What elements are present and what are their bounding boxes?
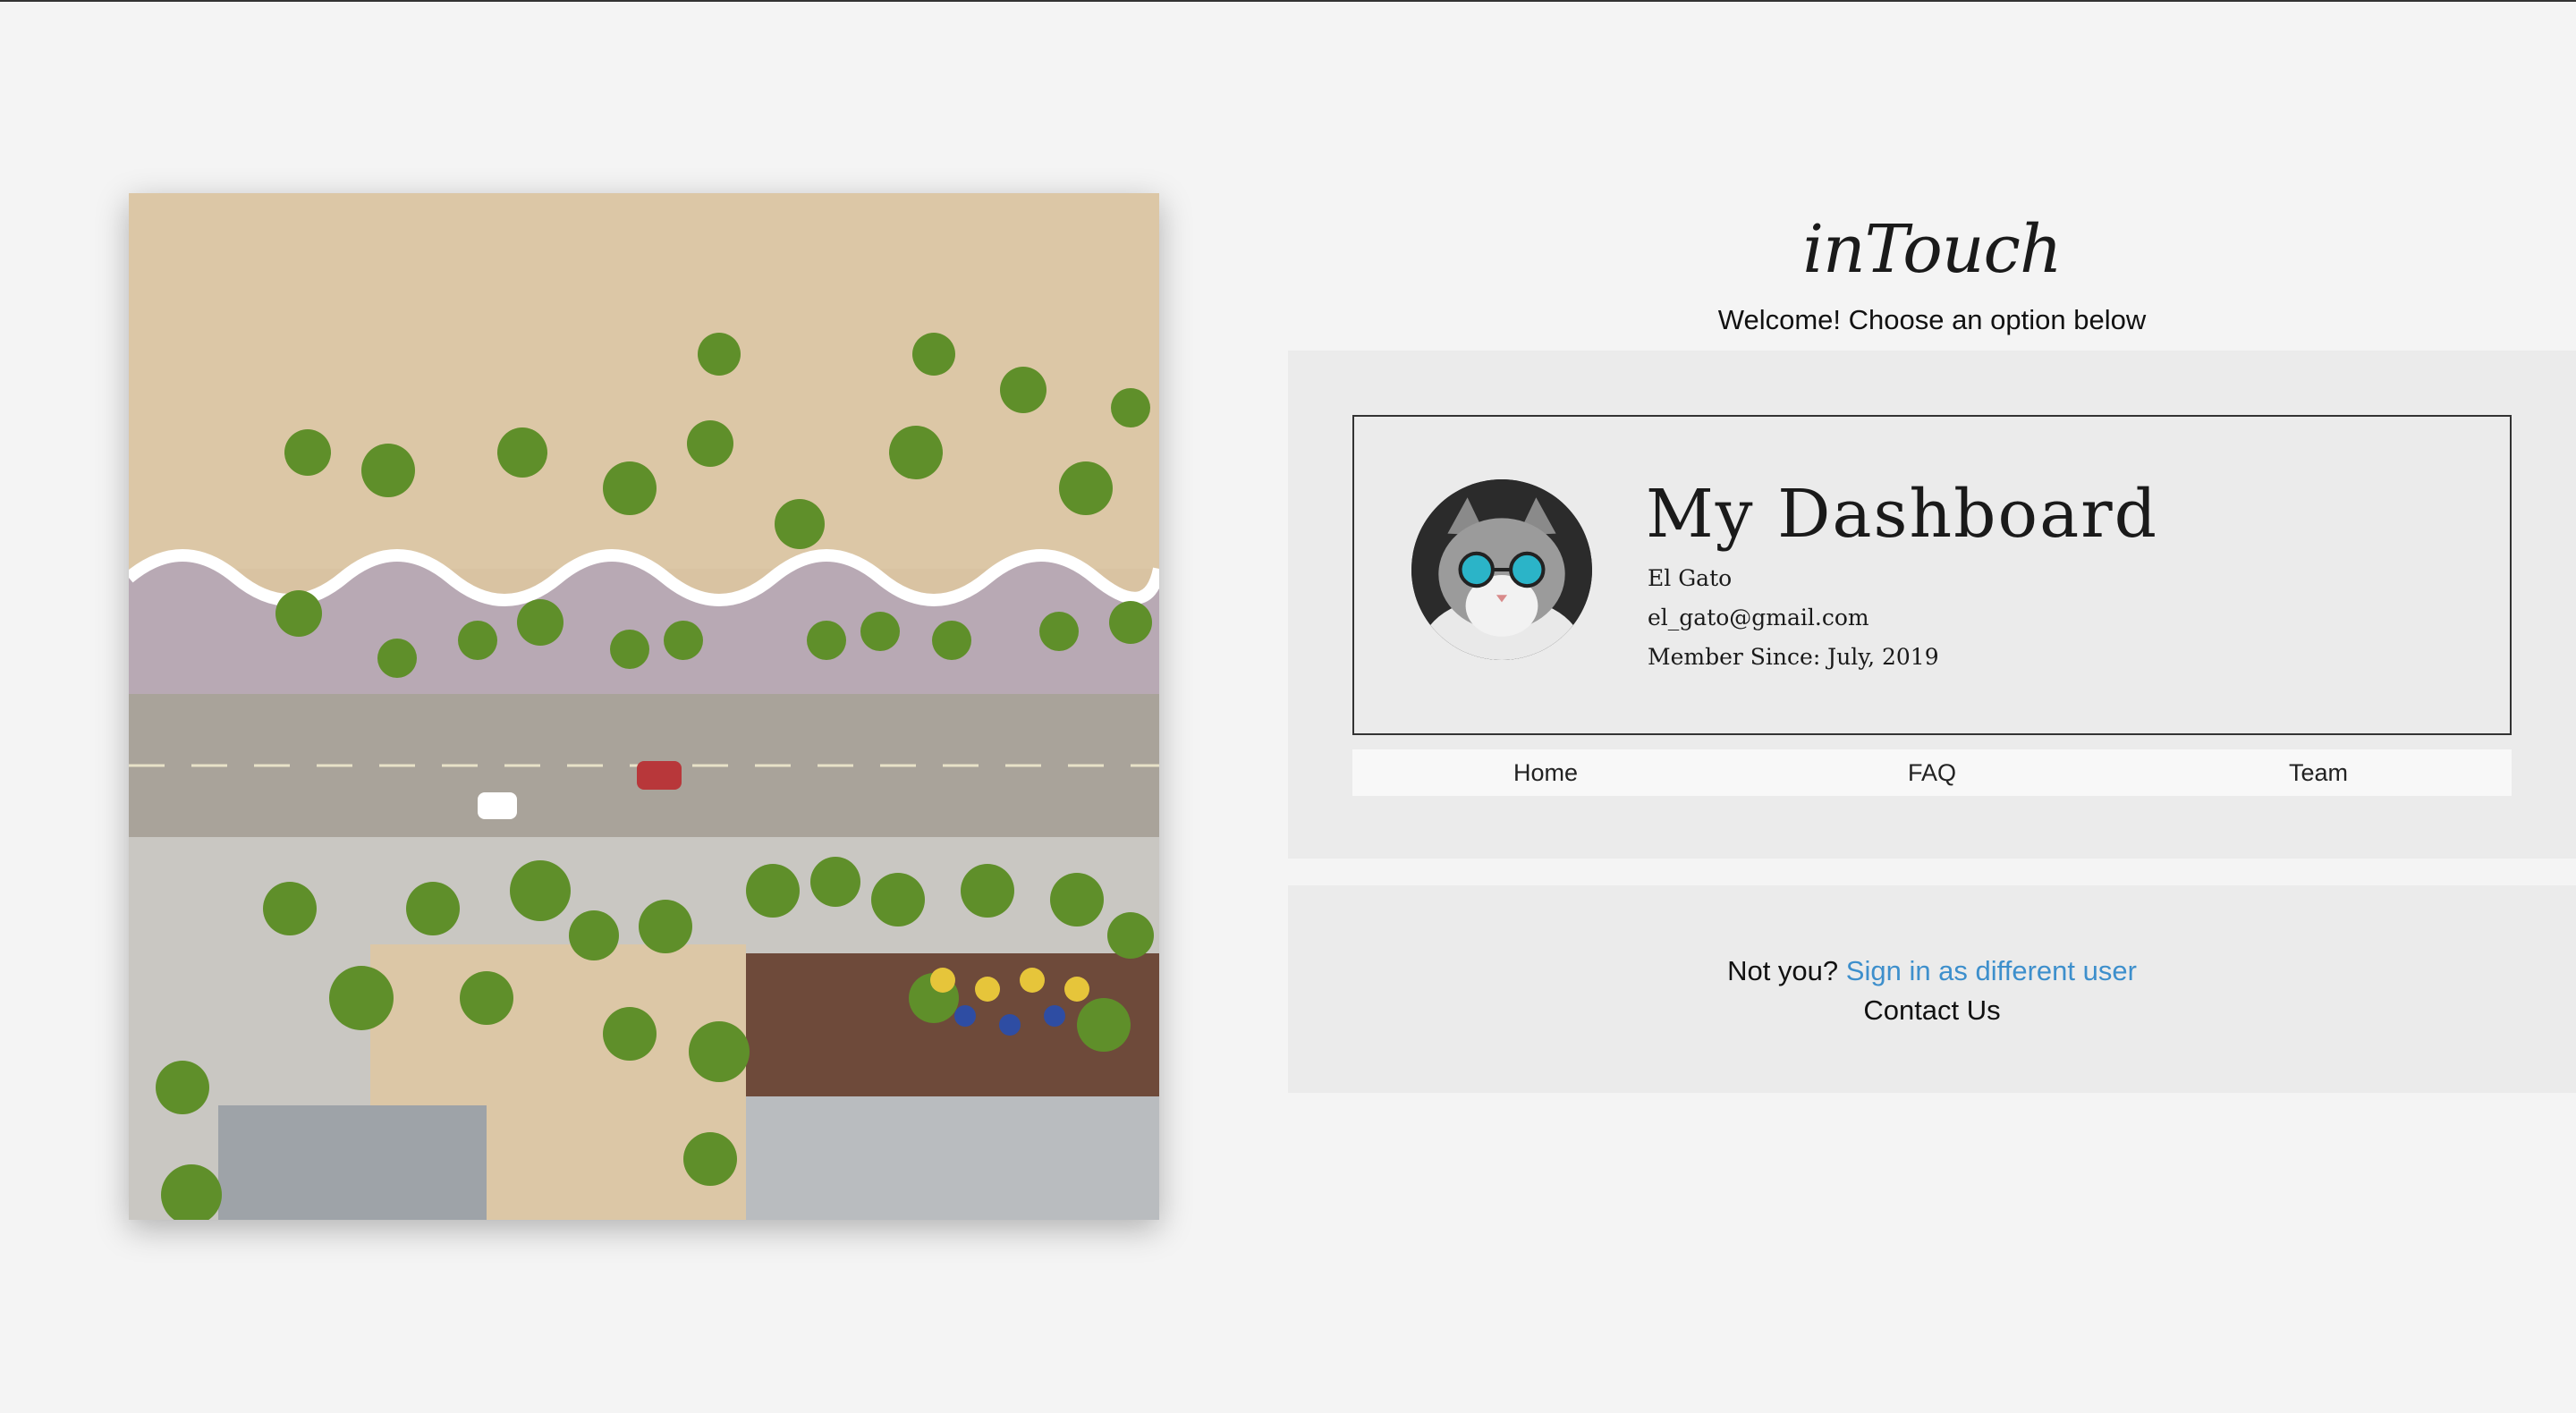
user-name: El Gato [1648, 565, 1733, 591]
footer-panel: Not you? Sign in as different user Conta… [1288, 885, 2576, 1093]
user-email: el_gato@gmail.com [1648, 605, 1869, 630]
nav-faq[interactable]: FAQ [1739, 749, 2125, 796]
nav-team[interactable]: Team [2125, 749, 2512, 796]
not-you-text: Not you? [1727, 955, 1846, 986]
welcome-text: Welcome! Choose an option below [1717, 304, 2147, 335]
cat-avatar-icon [1411, 479, 1592, 660]
dashboard-title: My Dashboard [1646, 476, 2158, 553]
contact-us-link[interactable]: Contact Us [1288, 994, 2576, 1027]
not-you-line: Not you? Sign in as different user [1288, 955, 2576, 987]
brand-logo: inTouch [1802, 211, 2062, 288]
member-since: Member Since: July, 2019 [1648, 644, 1939, 670]
nav-home[interactable]: Home [1352, 749, 1739, 796]
avatar [1411, 479, 1592, 660]
top-border [0, 0, 2576, 2]
dashboard-panel: My Dashboard El Gato el_gato@gmail.com M… [1288, 351, 2576, 859]
profile-card[interactable]: My Dashboard El Gato el_gato@gmail.com M… [1352, 415, 2512, 735]
nav-bar: Home FAQ Team [1352, 749, 2512, 796]
sign-in-different-user-link[interactable]: Sign in as different user [1846, 955, 2137, 986]
beach-aerial-photo [129, 193, 1159, 1220]
